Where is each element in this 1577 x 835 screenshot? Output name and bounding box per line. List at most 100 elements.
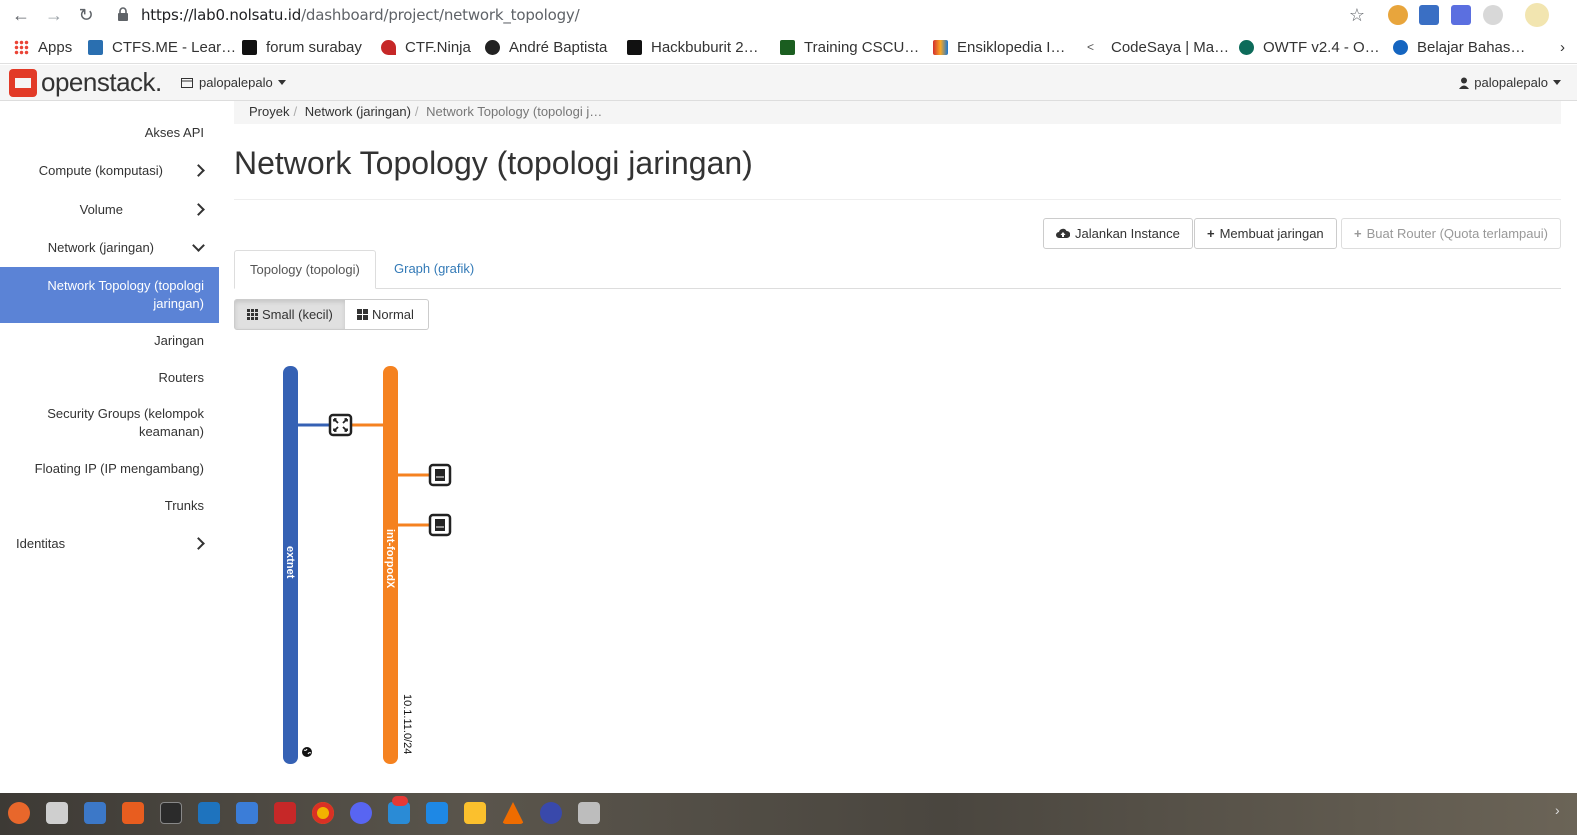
create-router-button[interactable]: + Buat Router (Quota terlampaui): [1341, 218, 1561, 249]
network-topology-diagram: extnet int-forpodX 10.1.11.0/24: [283, 366, 452, 764]
software-center-icon[interactable]: [122, 802, 144, 824]
project-selector[interactable]: palopalepalo: [181, 75, 286, 90]
extension-translate-icon[interactable]: [1451, 5, 1471, 25]
bookmark-owtf[interactable]: OWTF v2.4 - O…: [1239, 38, 1380, 56]
chevron-right-icon: [192, 164, 205, 177]
discord-icon[interactable]: [350, 802, 372, 824]
document-icon[interactable]: [84, 802, 106, 824]
sidebar-item-label: Network (jaringan): [47, 240, 154, 255]
bookmark-label: CTFS.ME - Lear…: [112, 38, 237, 56]
sidebar-item-network-topology[interactable]: Network Topology (topologi jaringan): [0, 267, 219, 323]
openstack-logo-text[interactable]: openstack.: [41, 67, 162, 98]
shield-icon: [88, 39, 103, 55]
vlc-icon[interactable]: [502, 802, 524, 824]
plus-icon: +: [1207, 226, 1215, 241]
extension-circle-icon[interactable]: [1483, 5, 1503, 25]
bookmark-label: OWTF v2.4 - O…: [1263, 38, 1380, 56]
sidebar-item-routers[interactable]: Routers: [0, 369, 219, 387]
sidebar-item-networks[interactable]: Jaringan: [0, 332, 219, 350]
bookmarks-overflow-icon[interactable]: ›: [1560, 38, 1565, 56]
site-icon: [1393, 39, 1408, 55]
star-icon[interactable]: ☆: [1346, 4, 1368, 26]
url-path: /dashboard/project/network_topology/: [301, 6, 580, 24]
bookmark-hackbuburit[interactable]: Hackbuburit 2…: [627, 38, 759, 56]
back-icon[interactable]: ←: [10, 4, 32, 26]
caret-down-icon: [277, 80, 286, 85]
bookmark-label: forum surabay: [266, 38, 362, 56]
extension-icon[interactable]: [1419, 5, 1439, 25]
code-icon: <: [1087, 39, 1102, 55]
sidebar-item-label: Floating IP (IP mengambang): [34, 461, 204, 476]
bookmark-ctfs[interactable]: CTFS.ME - Lear…: [88, 38, 236, 56]
router-icon[interactable]: [328, 413, 353, 437]
bookmark-belajar[interactable]: Belajar Bahas…: [1393, 38, 1525, 56]
sidebar-item-compute[interactable]: Compute (komputasi): [0, 162, 219, 180]
mendeley-icon[interactable]: [274, 802, 296, 824]
sidebar-item-volume[interactable]: Volume: [0, 201, 219, 219]
breadcrumb-project[interactable]: Proyek: [249, 104, 289, 119]
create-network-button[interactable]: + Membuat jaringan: [1194, 218, 1337, 249]
breadcrumb-separator: /: [414, 104, 419, 119]
wireshark-icon[interactable]: [540, 802, 562, 824]
files-icon[interactable]: [46, 802, 68, 824]
tray-overflow-icon[interactable]: ›: [1555, 802, 1565, 824]
profile-avatar-icon[interactable]: [1525, 3, 1549, 27]
system-monitor-icon[interactable]: [426, 802, 448, 824]
breadcrumb-separator: /: [293, 104, 298, 119]
openstack-logo-icon[interactable]: [9, 69, 37, 97]
bookmark-codesaya[interactable]: < CodeSaya | Ma…: [1087, 38, 1229, 56]
extension-cookie-icon[interactable]: [1388, 5, 1408, 25]
chevron-right-icon: [192, 203, 205, 216]
tab-topology[interactable]: Topology (topologi): [234, 250, 376, 289]
forward-icon[interactable]: →: [43, 4, 65, 26]
breadcrumb-network[interactable]: Network (jaringan): [305, 104, 411, 119]
site-icon: [242, 39, 257, 55]
sidebar-item-label: Compute (komputasi): [38, 163, 163, 178]
launch-instance-label: Jalankan Instance: [1075, 226, 1180, 241]
vscode-icon[interactable]: [198, 802, 220, 824]
page-title: Network Topology (topologi jaringan): [234, 145, 753, 181]
bookmark-apps[interactable]: Apps: [14, 38, 72, 56]
user-menu[interactable]: palopalepalo: [1459, 75, 1561, 90]
sidebar-item-label: Identitas: [16, 536, 66, 551]
site-icon: [780, 39, 795, 55]
grid-small-icon: [247, 309, 258, 320]
tab-graph[interactable]: Graph (grafik): [379, 250, 489, 289]
bookmark-label: Belajar Bahas…: [1417, 38, 1526, 56]
grid-large-icon: [357, 309, 368, 320]
network-int-forpodx[interactable]: int-forpodX 10.1.11.0/24: [383, 366, 413, 764]
sidebar-item-security-groups[interactable]: Security Groups (kelompok keamanan): [0, 405, 219, 441]
idea-icon[interactable]: [464, 802, 486, 824]
size-normal-button[interactable]: Normal: [345, 299, 429, 330]
terminal-icon[interactable]: [160, 802, 182, 824]
sidebar-item-network[interactable]: Network (jaringan): [0, 239, 219, 257]
sidebar-item-label: Jaringan: [154, 333, 204, 348]
bookmark-training[interactable]: Training CSCU…: [780, 38, 919, 56]
bookmark-ctfninja[interactable]: CTF.Ninja: [381, 38, 471, 56]
instance-icon[interactable]: [428, 463, 452, 487]
sidebar-item-floating-ips[interactable]: Floating IP (IP mengambang): [0, 460, 219, 478]
url-host: https://lab0.nolsatu.id: [141, 6, 302, 24]
user-name: palopalepalo: [1474, 75, 1548, 90]
size-small-button[interactable]: Small (kecil): [234, 299, 346, 330]
openstack-navbar: openstack. palopalepalo palopalepalo: [0, 65, 1577, 101]
size-small-label: Small (kecil): [262, 307, 333, 322]
bookmark-ensiklopedia[interactable]: Ensiklopedia I…: [933, 38, 1065, 56]
sidebar-item-identity[interactable]: Identitas: [0, 535, 219, 553]
sidebar-item-api-access[interactable]: Akses API: [0, 124, 219, 142]
reload-icon[interactable]: ↻: [75, 4, 97, 26]
network-tool-icon[interactable]: [236, 802, 258, 824]
bookmarks-bar: Apps CTFS.ME - Lear… forum surabay CTF.N…: [0, 30, 1577, 64]
bookmark-label: Apps: [38, 38, 73, 56]
create-network-label: Membuat jaringan: [1219, 226, 1324, 241]
bookmark-forum[interactable]: forum surabay: [242, 38, 362, 56]
chrome-icon[interactable]: [312, 802, 334, 824]
sidebar-item-trunks[interactable]: Trunks: [0, 497, 219, 515]
url-field[interactable]: https://lab0.nolsatu.id/dashboard/projec…: [141, 6, 580, 24]
firefox-icon[interactable]: [8, 802, 30, 824]
launch-instance-button[interactable]: Jalankan Instance: [1043, 218, 1193, 249]
instance-icon[interactable]: [428, 513, 452, 537]
screenshot-icon[interactable]: [578, 802, 600, 824]
bookmark-andre[interactable]: André Baptista: [485, 38, 607, 56]
bookmark-label: CodeSaya | Ma…: [1111, 38, 1230, 56]
